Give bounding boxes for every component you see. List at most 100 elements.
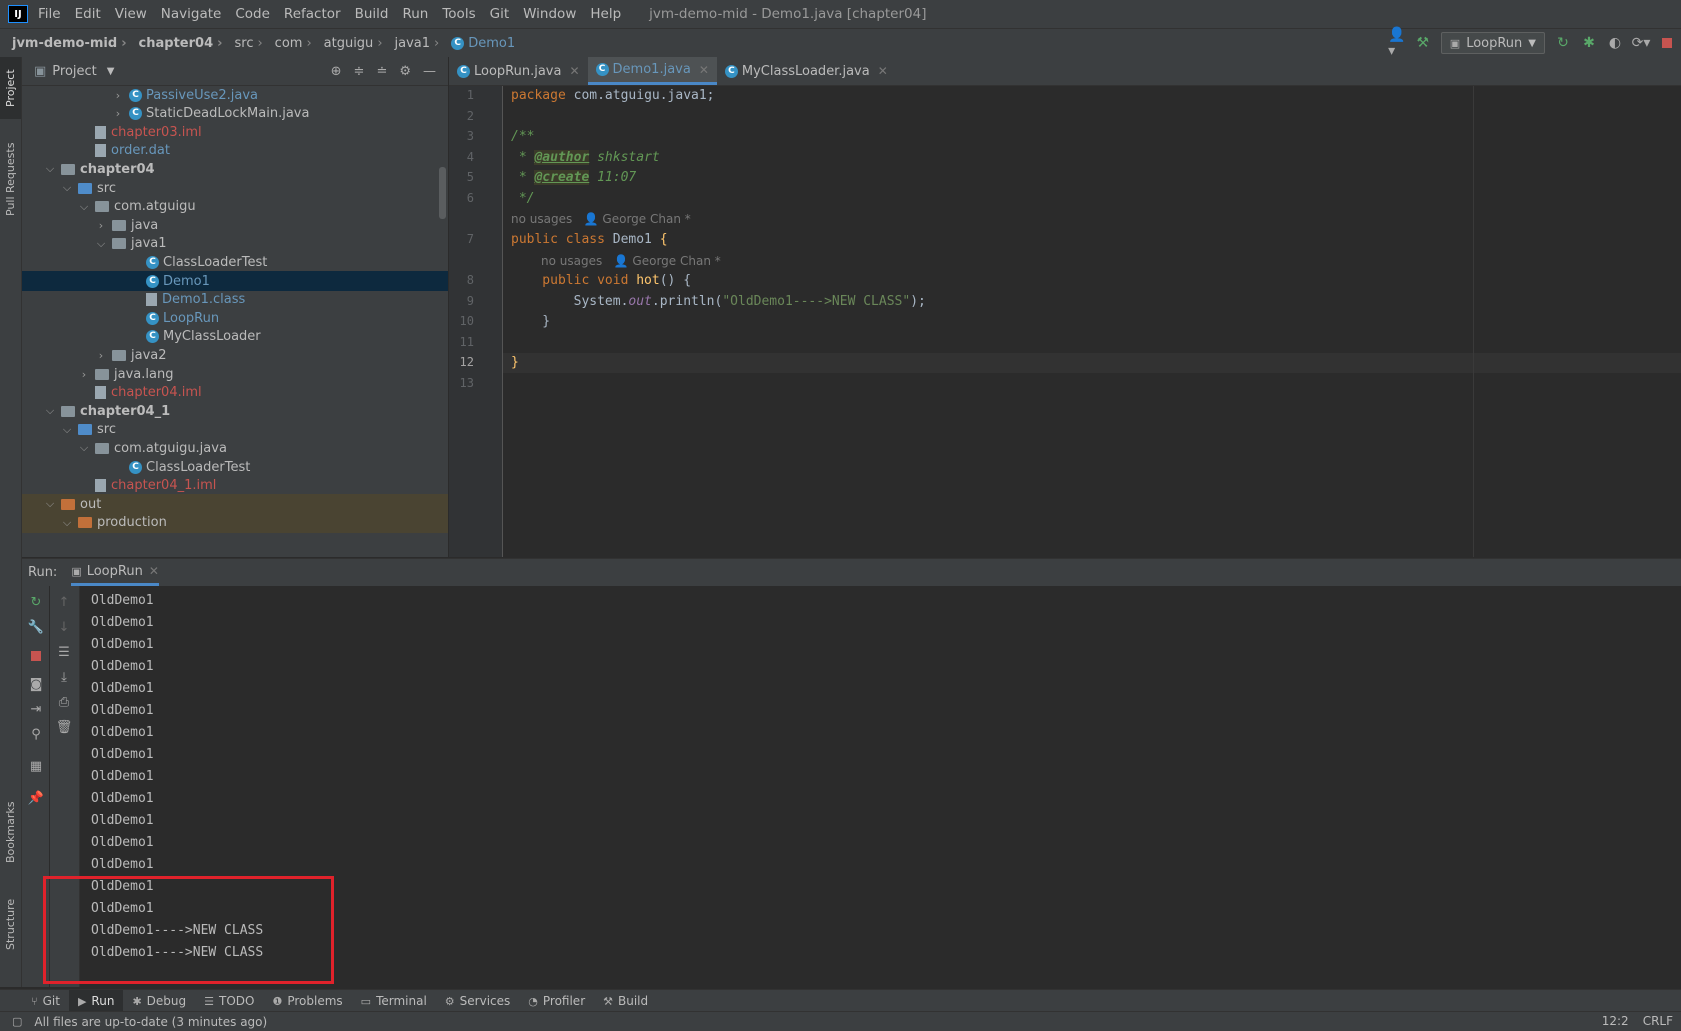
tree-node[interactable]: ⌵ com.atguigu bbox=[22, 197, 448, 217]
close-icon[interactable]: ✕ bbox=[149, 564, 159, 578]
chevron-down-icon[interactable]: ⌵ bbox=[60, 181, 74, 195]
breadcrumb-item[interactable]: src › bbox=[222, 36, 262, 51]
menu-refactor[interactable]: Refactor bbox=[284, 6, 341, 22]
collapse-all-icon[interactable]: ≐ bbox=[376, 64, 387, 79]
gear-icon[interactable]: ⚙ bbox=[399, 64, 411, 79]
tree-node[interactable]: ⌵ chapter04_1 bbox=[22, 401, 448, 421]
stripe-tab-pull-requests[interactable]: Pull Requests bbox=[0, 129, 21, 229]
stripe-tab-structure[interactable]: Structure bbox=[0, 887, 21, 962]
tree-node[interactable]: ⌵ src bbox=[22, 178, 448, 198]
close-icon[interactable]: ✕ bbox=[878, 64, 888, 78]
tree-node[interactable]: › java2 bbox=[22, 345, 448, 365]
chevron-down-icon[interactable]: ⌵ bbox=[43, 497, 57, 511]
chevron-down-icon[interactable]: ⌵ bbox=[77, 441, 91, 455]
menu-edit[interactable]: Edit bbox=[75, 6, 101, 22]
breadcrumb-item[interactable]: java1 › bbox=[383, 36, 440, 51]
chevron-down-icon[interactable]: ⌵ bbox=[43, 162, 57, 176]
search-icon[interactable]: ⚲ bbox=[28, 726, 44, 742]
user-icon[interactable]: 👤▾ bbox=[1388, 27, 1405, 59]
arrow-up-icon[interactable]: ↑ bbox=[56, 594, 72, 610]
menu-code[interactable]: Code bbox=[235, 6, 270, 22]
menu-window[interactable]: Window bbox=[523, 6, 576, 22]
run-tab-looprun[interactable]: ▣ LoopRun ✕ bbox=[71, 559, 159, 586]
chevron-right-icon[interactable]: › bbox=[94, 349, 108, 362]
line-separator[interactable]: CRLF bbox=[1643, 1014, 1673, 1028]
hide-icon[interactable]: — bbox=[423, 64, 436, 79]
build-hammer-icon[interactable]: ⚒ bbox=[1415, 35, 1431, 51]
chevron-right-icon[interactable]: › bbox=[111, 89, 125, 102]
tree-node[interactable]: ⌵ java1 bbox=[22, 234, 448, 254]
print-icon[interactable]: ⎙ bbox=[56, 694, 72, 710]
wrench-icon[interactable]: 🔧 bbox=[28, 619, 44, 635]
tree-node[interactable]: order.dat bbox=[22, 141, 448, 161]
tool-window-debug[interactable]: ✱ Debug bbox=[123, 990, 195, 1012]
soft-wrap-icon[interactable]: ☰ bbox=[56, 644, 72, 660]
intellij-logo-icon[interactable]: IJ bbox=[8, 5, 28, 23]
breadcrumb-item[interactable]: com › bbox=[263, 36, 312, 51]
menu-run[interactable]: Run bbox=[402, 6, 428, 22]
tool-window-build[interactable]: ⚒ Build bbox=[594, 990, 657, 1012]
tree-node[interactable]: chapter04.iml bbox=[22, 383, 448, 403]
breadcrumb-item[interactable]: jvm-demo-mid › bbox=[0, 36, 127, 51]
menu-build[interactable]: Build bbox=[355, 6, 389, 22]
expand-all-icon[interactable]: ≑ bbox=[354, 64, 365, 79]
tree-node[interactable]: Demo1.class bbox=[22, 290, 448, 310]
project-panel-title[interactable]: Project bbox=[52, 64, 96, 79]
chevron-down-icon[interactable]: ⌵ bbox=[94, 237, 108, 251]
pin-icon[interactable]: 📌 bbox=[28, 790, 44, 806]
camera-icon[interactable]: ◙ bbox=[28, 676, 44, 692]
debug-icon[interactable]: ✱ bbox=[1581, 35, 1597, 51]
codevision-hint[interactable]: no usages 👤 George Chan * bbox=[511, 209, 691, 229]
stop-icon[interactable] bbox=[1659, 35, 1675, 51]
tree-node[interactable]: C Demo1 bbox=[22, 271, 448, 291]
menu-help[interactable]: Help bbox=[590, 6, 621, 22]
tree-node[interactable]: › C StaticDeadLockMain.java bbox=[22, 104, 448, 124]
tree-node[interactable]: ⌵ src bbox=[22, 420, 448, 440]
menu-view[interactable]: View bbox=[115, 6, 147, 22]
caret-position[interactable]: 12:2 bbox=[1602, 1014, 1629, 1028]
close-icon[interactable]: ✕ bbox=[569, 64, 579, 78]
close-icon[interactable]: ✕ bbox=[699, 63, 709, 77]
editor-tab[interactable]: C MyClassLoader.java ✕ bbox=[717, 57, 896, 85]
chevron-down-icon[interactable]: ▼ bbox=[107, 66, 115, 77]
chevron-right-icon[interactable]: › bbox=[111, 107, 125, 120]
tree-node[interactable]: C ClassLoaderTest bbox=[22, 252, 448, 272]
tree-node[interactable]: ⌵ com.atguigu.java bbox=[22, 438, 448, 458]
tool-window-problems[interactable]: ❶ Problems bbox=[263, 990, 351, 1012]
tree-node[interactable]: ⌵ out bbox=[22, 494, 448, 515]
menu-git[interactable]: Git bbox=[490, 6, 510, 22]
status-toggle-icon[interactable]: ▢ bbox=[12, 1015, 22, 1028]
chevron-down-icon[interactable]: ⌵ bbox=[60, 423, 74, 437]
menu-navigate[interactable]: Navigate bbox=[161, 6, 222, 22]
scrollbar[interactable] bbox=[439, 167, 446, 219]
rerun-icon[interactable]: ↻ bbox=[28, 594, 44, 610]
chevron-right-icon[interactable]: › bbox=[94, 219, 108, 232]
tree-node[interactable]: › java.lang bbox=[22, 364, 448, 384]
stop-icon[interactable] bbox=[28, 648, 44, 664]
profile-icon[interactable]: ⟳▾ bbox=[1632, 35, 1651, 51]
scroll-to-end-icon[interactable]: ⤓ bbox=[56, 669, 72, 685]
trash-icon[interactable]: 🗑 bbox=[56, 719, 73, 735]
layout-icon[interactable]: ▦ bbox=[28, 758, 44, 774]
tool-window-services[interactable]: ⚙ Services bbox=[436, 990, 519, 1012]
tool-window-todo[interactable]: ☰ TODO bbox=[195, 990, 263, 1012]
tree-node[interactable]: chapter03.iml bbox=[22, 122, 448, 142]
tool-window-git[interactable]: ⑂ Git bbox=[22, 990, 69, 1012]
tree-node[interactable]: C LoopRun bbox=[22, 308, 448, 328]
rerun-icon[interactable]: ↻ bbox=[1555, 35, 1571, 51]
tree-node[interactable]: C MyClassLoader bbox=[22, 327, 448, 347]
stripe-tab-bookmarks[interactable]: Bookmarks bbox=[0, 792, 21, 872]
chevron-right-icon[interactable]: › bbox=[77, 368, 91, 381]
stripe-tab-project[interactable]: Project bbox=[0, 57, 21, 119]
menu-tools[interactable]: Tools bbox=[442, 6, 475, 22]
chevron-down-icon[interactable]: ⌵ bbox=[77, 200, 91, 214]
tree-node[interactable]: › java bbox=[22, 215, 448, 235]
tree-node[interactable]: ⌵ chapter04 bbox=[22, 159, 448, 179]
chevron-down-icon[interactable]: ⌵ bbox=[43, 404, 57, 418]
tree-node[interactable]: ⌵ production bbox=[22, 512, 448, 533]
tree-node[interactable]: C ClassLoaderTest bbox=[22, 457, 448, 477]
run-configuration-select[interactable]: ▣ LoopRun ▼ bbox=[1440, 32, 1545, 54]
code-editor[interactable]: package com.atguigu.java1; /** * @author… bbox=[503, 86, 1681, 557]
codevision-hint[interactable]: no usages 👤 George Chan * bbox=[541, 251, 721, 271]
editor-tab[interactable]: C LoopRun.java ✕ bbox=[449, 57, 588, 85]
